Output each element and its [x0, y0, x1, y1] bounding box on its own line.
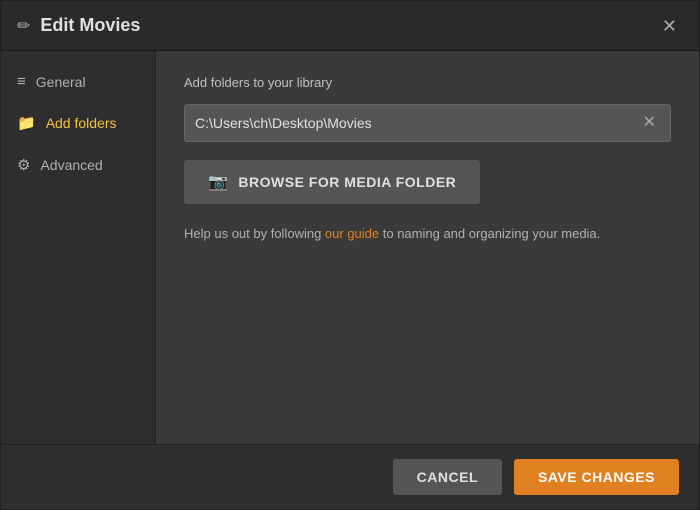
folder-clear-button[interactable]: ✕ — [639, 115, 660, 131]
browse-media-folder-button[interactable]: 📷 BROWSE FOR MEDIA FOLDER — [184, 160, 480, 204]
general-icon: ≡ — [17, 73, 26, 90]
sidebar-item-label-add-folders: Add folders — [46, 115, 117, 131]
title-bar: ✏ Edit Movies ✕ — [1, 1, 699, 51]
gear-icon: ⚙ — [17, 156, 30, 174]
close-button[interactable]: ✕ — [656, 15, 683, 37]
content-area: ≡ General 📁 Add folders ⚙ Advanced Add f… — [1, 51, 699, 444]
guide-link[interactable]: our guide — [325, 226, 379, 241]
folder-path-input[interactable] — [195, 105, 639, 141]
dialog-title: Edit Movies — [40, 15, 140, 36]
footer: CANCEL SAVE CHANGES — [1, 444, 699, 509]
browse-button-label: BROWSE FOR MEDIA FOLDER — [238, 174, 456, 190]
cancel-button[interactable]: CANCEL — [393, 459, 502, 495]
sidebar-item-advanced[interactable]: ⚙ Advanced — [1, 144, 155, 186]
main-panel: Add folders to your library ✕ 📷 BROWSE F… — [156, 51, 699, 444]
camera-icon: 📷 — [208, 172, 228, 192]
sidebar-item-add-folders[interactable]: 📁 Add folders — [1, 102, 155, 144]
sidebar-item-label-general: General — [36, 74, 86, 90]
sidebar-item-label-advanced: Advanced — [40, 157, 102, 173]
save-changes-button[interactable]: SAVE CHANGES — [514, 459, 679, 495]
guide-text: Help us out by following our guide to na… — [184, 224, 671, 244]
sidebar: ≡ General 📁 Add folders ⚙ Advanced — [1, 51, 156, 444]
guide-text-before: Help us out by following — [184, 226, 325, 241]
guide-text-after: to naming and organizing your media. — [379, 226, 600, 241]
edit-movies-dialog: ✏ Edit Movies ✕ ≡ General 📁 Add folders … — [0, 0, 700, 510]
folder-icon: 📁 — [17, 114, 36, 132]
sidebar-item-general[interactable]: ≡ General — [1, 61, 155, 102]
title-bar-left: ✏ Edit Movies — [17, 15, 140, 36]
section-label: Add folders to your library — [184, 75, 671, 90]
edit-icon: ✏ — [17, 16, 30, 36]
folder-input-row: ✕ — [184, 104, 671, 142]
